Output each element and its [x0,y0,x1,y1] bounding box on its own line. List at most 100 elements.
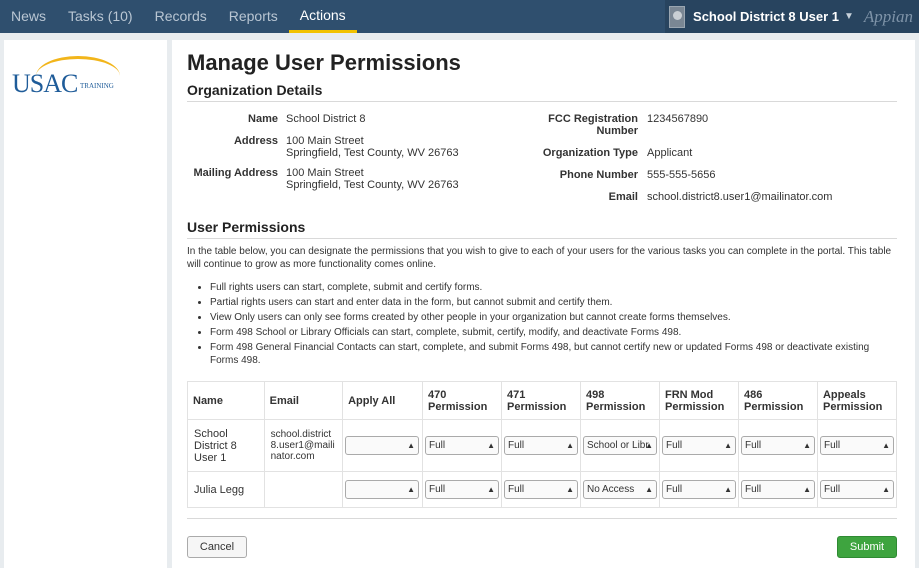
frn-mod-permission-select[interactable]: Full ▲▼ [661,480,736,499]
org-email: school.district8.user1@mailinator.com [647,191,833,203]
select-arrow-icon: ▲▼ [566,441,574,450]
list-item: Partial rights users can start and enter… [210,296,898,309]
submit-button[interactable]: Submit [837,536,897,558]
select-arrow-icon: ▲▼ [882,485,890,494]
select-value: Full [665,484,683,495]
phone-label: Phone Number [559,169,638,181]
select-arrow-icon: ▲▼ [882,441,890,450]
usac-logo: USAC TRAINING [10,56,120,98]
cell: Full ▲▼ [816,419,898,472]
486-permission-select[interactable]: Full ▲▼ [740,480,815,499]
header-471: 471 Permission [500,381,581,420]
header-470: 470 Permission [421,381,502,420]
list-item: Form 498 School or Library Officials can… [210,326,898,339]
cell: Full ▲▼ [421,419,502,472]
nav-actions[interactable]: Actions [288,0,357,33]
cancel-button[interactable]: Cancel [187,536,247,558]
select-value: Full [665,440,683,451]
frn-mod-permission-select[interactable]: Full ▲▼ [661,436,736,455]
address-line-1: 100 Main Street [286,135,364,147]
user-name-link[interactable]: Julia Legg [187,471,265,508]
mailing-line-1: 100 Main Street [286,167,364,179]
486-permission-select[interactable]: Full ▲▼ [740,436,815,455]
fcc-number: 1234567890 [647,113,709,125]
select-value: Full [428,484,446,495]
list-item: Form 498 General Financial Contacts can … [210,341,898,367]
chevron-down-icon[interactable]: ▼ [844,11,854,22]
cell: No Access ▲▼ [579,471,660,508]
permissions-table: Name Email Apply All 470 Permission 471 … [187,381,898,508]
apply-all-select[interactable]: ▲▼ [345,436,420,455]
471-permission-select[interactable]: Full ▲▼ [503,436,578,455]
select-value: Full [744,484,762,495]
avatar [669,5,686,28]
cell: ▲▼ [342,419,423,472]
fcc-label: FCC Registration [548,113,638,125]
name-label: Name [248,113,278,125]
471-permission-select[interactable]: Full ▲▼ [503,480,578,499]
user-name-link[interactable]: School District 8 User 1 [187,419,265,472]
divider [187,238,897,239]
cell: Full ▲▼ [737,471,818,508]
logo-text: USAC [12,69,78,98]
permission-notes: Full rights users can start, complete, s… [198,281,898,369]
user-menu[interactable]: School District 8 User 1 ▼ Appian [665,0,919,33]
nav-records[interactable]: Records [144,0,218,33]
org-type: Applicant [647,147,693,159]
header-appeals: Appeals Permission [816,381,898,420]
select-arrow-icon: ▲▼ [645,441,653,450]
header-email: Email [263,381,344,420]
cell: School or Libr▲▼ [579,419,660,472]
select-arrow-icon: ▲▼ [566,485,574,494]
user-name[interactable]: School District 8 User 1 [693,9,839,24]
appeals-permission-select[interactable]: Full ▲▼ [819,480,894,499]
select-value: Full [428,440,446,451]
cell: Full ▲▼ [658,419,739,472]
mailing-line-2: Springfield, Test County, WV 26763 [286,179,459,191]
org-details-title: Organization Details [187,82,323,98]
470-permission-select[interactable]: Full ▲▼ [424,436,499,455]
select-arrow-icon: ▲▼ [407,485,416,494]
470-permission-select[interactable]: Full ▲▼ [424,480,499,499]
select-arrow-icon: ▲▼ [724,441,732,450]
sidebar: USAC TRAINING [4,40,167,568]
divider [187,101,897,102]
select-arrow-icon: ▲▼ [803,441,811,450]
select-arrow-icon: ▲▼ [487,485,495,494]
appian-logo: Appian [863,6,913,26]
top-nav: News Tasks (10) Records Reports Actions … [0,0,919,33]
table-row: School District 8 User 1 school.district… [187,419,898,472]
select-value: Full [744,440,762,451]
nav-news[interactable]: News [0,0,57,33]
apply-all-select[interactable]: ▲▼ [345,480,420,499]
user-email [263,471,344,508]
table-header-row: Name Email Apply All 470 Permission 471 … [187,381,898,420]
cell: Full ▲▼ [737,419,818,472]
page-title: Manage User Permissions [187,50,461,75]
nav-reports[interactable]: Reports [218,0,289,33]
org-name: School District 8 [286,113,366,125]
header-486: 486 Permission [737,381,818,420]
select-value: Full [507,484,525,495]
intro-text: In the table below, you can designate th… [187,246,892,270]
appeals-permission-select[interactable]: Full ▲▼ [819,436,894,455]
498-permission-select[interactable]: No Access ▲▼ [582,480,657,499]
nav-tasks[interactable]: Tasks (10) [57,0,144,33]
select-value: Full [823,440,841,451]
mailing-address-label: Mailing Address [193,167,278,179]
table-row: Julia Legg ▲▼ Full▲▼ Full▲▼ No Access▲▼ … [187,471,898,508]
email-label: Email [608,191,638,203]
header-name: Name [187,381,265,420]
select-arrow-icon: ▲▼ [645,485,653,494]
select-value: Full [507,440,525,451]
select-arrow-icon: ▲▼ [487,441,495,450]
498-permission-select[interactable]: School or Libr▲▼ [582,436,657,455]
select-arrow-icon: ▲▼ [724,485,732,494]
cell: Full ▲▼ [500,419,581,472]
select-arrow-icon: ▲▼ [803,485,811,494]
cell: Full ▲▼ [816,471,898,508]
list-item: View Only users can only see forms creat… [210,311,898,324]
header-apply-all: Apply All [342,381,423,420]
select-value: School or Libr [586,440,649,451]
user-permissions-title: User Permissions [187,219,306,235]
